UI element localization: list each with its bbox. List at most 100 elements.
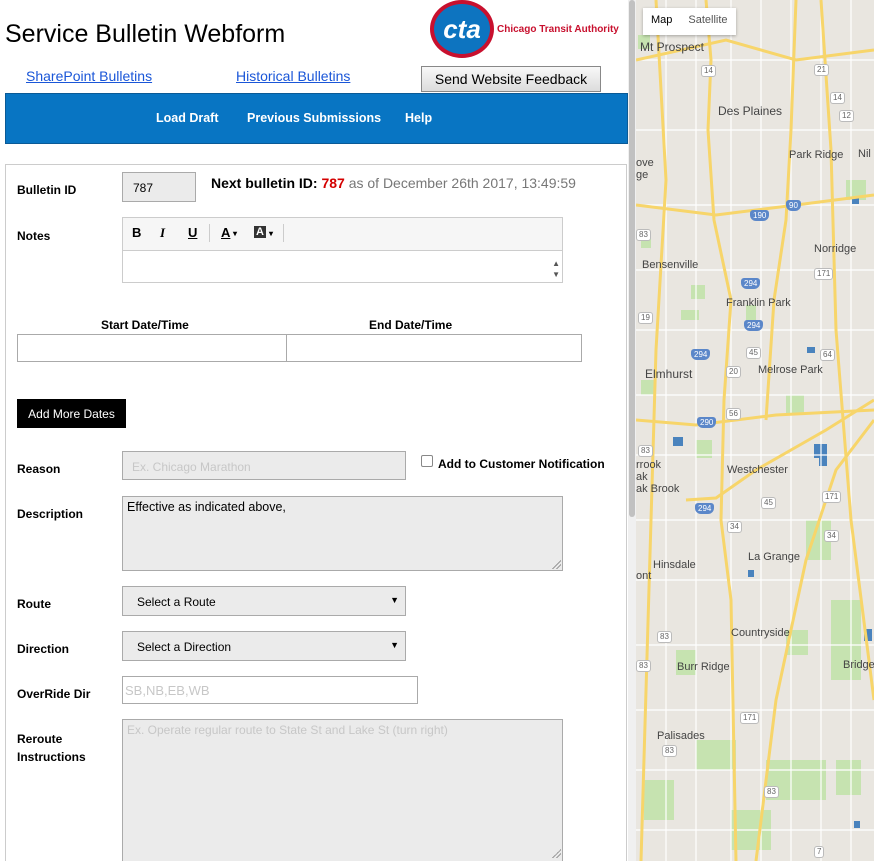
- route-shield: 83: [657, 631, 672, 643]
- dropdown-arrow-icon: ▼: [390, 595, 399, 605]
- route-shield: 64: [820, 349, 835, 361]
- add-more-dates-button[interactable]: Add More Dates: [17, 399, 126, 428]
- sharepoint-bulletins-link[interactable]: SharePoint Bulletins: [26, 68, 152, 84]
- bold-button[interactable]: B: [132, 225, 141, 240]
- map-label: Mt Prospect: [640, 40, 705, 54]
- page-title: Service Bulletin Webform: [5, 20, 286, 48]
- notes-label: Notes: [17, 229, 51, 243]
- route-shield: 34: [727, 521, 742, 533]
- bg-color-button[interactable]: A: [254, 226, 266, 238]
- toolbar-divider: [283, 224, 284, 242]
- interstate-shield: 294: [741, 278, 761, 289]
- route-shield: 45: [746, 347, 761, 359]
- dropdown-arrow-icon: ▼: [390, 640, 399, 650]
- route-shield: 14: [701, 65, 716, 77]
- notes-text-area[interactable]: [123, 252, 548, 282]
- description-textarea[interactable]: Effective as indicated above,: [122, 496, 563, 571]
- map[interactable]: Map Satellite Mt Prospect Des Plaines Pa…: [636, 0, 874, 861]
- next-id-value: 787: [321, 175, 345, 191]
- reroute-instructions-textarea[interactable]: Ex. Operate regular route to State St an…: [122, 719, 563, 861]
- route-select-value: Select a Route: [137, 595, 216, 609]
- cta-logo: cta Chicago Transit Authority: [430, 0, 630, 62]
- font-color-caret-icon[interactable]: ▾: [233, 229, 237, 238]
- map-label: Elmhurst: [645, 367, 693, 381]
- next-id-label: Next bulletin ID:: [211, 175, 318, 191]
- map-label: Countryside: [731, 627, 790, 639]
- underline-button[interactable]: U: [188, 225, 197, 240]
- reason-input[interactable]: Ex. Chicago Marathon: [122, 451, 406, 480]
- end-date-input[interactable]: [286, 334, 582, 362]
- map-type-map[interactable]: Map: [643, 8, 680, 35]
- route-select[interactable]: Select a Route ▼: [122, 586, 406, 616]
- toolbar-divider: [209, 224, 210, 242]
- historical-bulletins-link[interactable]: Historical Bulletins: [236, 68, 350, 84]
- map-type-control: Map Satellite: [643, 8, 736, 35]
- start-date-input[interactable]: [17, 334, 287, 362]
- map-label: ak Brook: [636, 483, 680, 495]
- map-label: ak: [636, 471, 648, 483]
- customer-notification-checkbox[interactable]: [421, 455, 433, 467]
- reason-label: Reason: [17, 462, 61, 476]
- map-label: Bensenville: [642, 259, 699, 271]
- interstate-shield: 294: [744, 320, 764, 331]
- description-label: Description: [17, 507, 84, 521]
- nav-bar: Load Draft Previous Submissions Help: [5, 93, 628, 144]
- route-shield: 12: [839, 110, 854, 122]
- resize-grip-icon[interactable]: [552, 560, 561, 569]
- bulletin-id-field[interactable]: 787: [122, 172, 196, 202]
- direction-select-value: Select a Direction: [137, 640, 232, 654]
- editor-toolbar: B I U A ▾ A ▾: [123, 218, 562, 251]
- route-shield: 7: [814, 846, 825, 858]
- form-panel: Service Bulletin Webform cta Chicago Tra…: [0, 0, 636, 861]
- cta-logo-mark: cta: [430, 0, 494, 58]
- customer-notification-label: Add to Customer Notification: [438, 457, 605, 471]
- map-label: Palisades: [657, 730, 705, 742]
- font-color-button[interactable]: A: [221, 225, 230, 240]
- map-label: Melrose Park: [758, 364, 823, 376]
- start-date-label: Start Date/Time: [101, 318, 189, 332]
- cta-logo-text: Chicago Transit Authority: [497, 24, 619, 35]
- italic-button[interactable]: I: [160, 225, 165, 241]
- map-label: La Grange: [748, 551, 800, 563]
- send-feedback-button[interactable]: Send Website Feedback: [421, 66, 601, 92]
- reroute-label-line2: Instructions: [17, 750, 86, 764]
- nav-load-draft[interactable]: Load Draft: [156, 111, 219, 125]
- route-shield: 21: [814, 64, 829, 76]
- bulletin-id-label: Bulletin ID: [17, 183, 77, 197]
- map-label: ont: [636, 570, 652, 582]
- override-dir-label: OverRide Dir: [17, 687, 91, 701]
- route-shield: 171: [740, 712, 760, 724]
- nav-help[interactable]: Help: [405, 111, 432, 125]
- bg-color-caret-icon[interactable]: ▾: [269, 229, 273, 238]
- route-shield: 45: [761, 497, 776, 509]
- map-label: Bridge: [843, 659, 874, 671]
- end-date-label: End Date/Time: [369, 318, 453, 332]
- interstate-shield: 290: [697, 417, 717, 428]
- route-shield: 171: [822, 491, 842, 503]
- editor-scroll-arrows-icon[interactable]: ▲ ▼: [552, 258, 560, 280]
- description-text: Effective as indicated above,: [127, 500, 286, 514]
- map-label: Hinsdale: [653, 559, 696, 571]
- map-label: Des Plaines: [718, 104, 783, 118]
- map-label: Westchester: [727, 464, 788, 476]
- map-label: Park Ridge: [789, 149, 844, 161]
- map-label: Burr Ridge: [677, 661, 730, 673]
- nav-previous-submissions[interactable]: Previous Submissions: [247, 111, 381, 125]
- resize-grip-icon[interactable]: [552, 849, 561, 858]
- route-shield: 34: [824, 530, 839, 542]
- interstate-shield: 294: [691, 349, 711, 360]
- direction-select[interactable]: Select a Direction ▼: [122, 631, 406, 661]
- override-dir-input[interactable]: SB,NB,EB,WB: [122, 676, 418, 704]
- interstate-shield: 90: [786, 200, 801, 211]
- route-shield: 83: [636, 660, 651, 672]
- map-label: Franklin Park: [726, 297, 791, 309]
- route-label: Route: [17, 597, 51, 611]
- map-label: Nil: [858, 148, 871, 160]
- reroute-placeholder: Ex. Operate regular route to State St an…: [127, 723, 448, 737]
- map-type-satellite[interactable]: Satellite: [680, 8, 735, 35]
- scrollbar-thumb[interactable]: [629, 0, 635, 517]
- map-label: ge: [636, 169, 649, 181]
- route-shield: 56: [726, 408, 741, 420]
- route-shield: 14: [830, 92, 845, 104]
- page-scrollbar[interactable]: [628, 0, 636, 861]
